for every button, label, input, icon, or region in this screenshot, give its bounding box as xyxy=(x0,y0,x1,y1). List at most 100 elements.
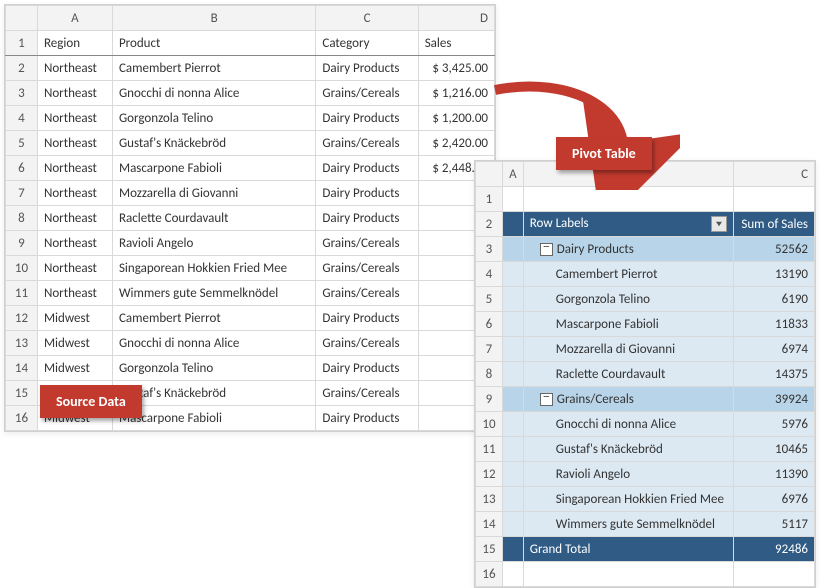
cell-a[interactable] xyxy=(502,312,523,337)
cell-category[interactable]: Grains/Cereals xyxy=(316,331,418,356)
cell-a[interactable] xyxy=(502,512,523,537)
filter-dropdown-icon[interactable] xyxy=(711,216,727,232)
cell-region[interactable]: Northeast xyxy=(37,231,112,256)
cell-a[interactable] xyxy=(502,462,523,487)
header-region[interactable]: Region xyxy=(37,31,112,56)
item-value[interactable]: 11390 xyxy=(734,462,815,487)
row-header[interactable]: 7 xyxy=(476,337,503,362)
row-header[interactable]: 5 xyxy=(6,131,38,156)
item-label[interactable]: Camembert Pierrot xyxy=(523,262,734,287)
item-label[interactable]: Mascarpone Fabioli xyxy=(523,312,734,337)
row-header[interactable]: 2 xyxy=(476,212,503,237)
col-header-b[interactable]: B xyxy=(112,6,315,31)
item-value[interactable]: 5976 xyxy=(734,412,815,437)
row-header[interactable]: 10 xyxy=(476,412,503,437)
row-header[interactable]: 3 xyxy=(6,81,38,106)
cell-category[interactable]: Grains/Cereals xyxy=(316,231,418,256)
cell-sales[interactable]: $ 3,425.00 xyxy=(418,56,494,81)
cell[interactable] xyxy=(734,562,815,587)
row-header[interactable]: 3 xyxy=(476,237,503,262)
cell-region[interactable]: Midwest xyxy=(37,331,112,356)
cell-product[interactable]: Raclette Courdavault xyxy=(112,206,315,231)
row-header[interactable]: 6 xyxy=(6,156,38,181)
cell-category[interactable]: Dairy Products xyxy=(316,206,418,231)
row-header[interactable]: 9 xyxy=(476,387,503,412)
cell-product[interactable]: Wimmers gute Semmelknödel xyxy=(112,281,315,306)
cell-product[interactable]: Camembert Pierrot xyxy=(112,56,315,81)
item-value[interactable]: 5117 xyxy=(734,512,815,537)
row-header[interactable]: 15 xyxy=(6,381,38,406)
cell-a[interactable] xyxy=(502,337,523,362)
row-header[interactable]: 14 xyxy=(6,356,38,381)
cell-a[interactable] xyxy=(502,212,523,237)
item-value[interactable]: 14375 xyxy=(734,362,815,387)
item-value[interactable]: 11833 xyxy=(734,312,815,337)
cell-category[interactable]: Grains/Cereals xyxy=(316,131,418,156)
item-label[interactable]: Gnocchi di nonna Alice xyxy=(523,412,734,437)
row-header[interactable]: 8 xyxy=(476,362,503,387)
item-value[interactable]: 6190 xyxy=(734,287,815,312)
cell-a[interactable] xyxy=(502,237,523,262)
row-header[interactable]: 10 xyxy=(6,256,38,281)
row-header[interactable]: 8 xyxy=(6,206,38,231)
cell-sales[interactable]: $ 1,200.00 xyxy=(418,106,494,131)
cell-region[interactable]: Northeast xyxy=(37,81,112,106)
cell-category[interactable]: Dairy Products xyxy=(316,356,418,381)
collapse-icon[interactable]: − xyxy=(540,393,553,406)
item-label[interactable]: Singaporean Hokkien Fried Mee xyxy=(523,487,734,512)
cell-a[interactable] xyxy=(502,187,523,212)
cell[interactable] xyxy=(523,562,734,587)
cell-product[interactable]: Gorgonzola Telino xyxy=(112,356,315,381)
cell-product[interactable]: Gustaf's Knäckebröd xyxy=(112,381,315,406)
category-cell[interactable]: −Grains/Cereals xyxy=(523,387,734,412)
cell-product[interactable]: Mascarpone Fabioli xyxy=(112,156,315,181)
cell-a[interactable] xyxy=(502,287,523,312)
row-header[interactable]: 12 xyxy=(476,462,503,487)
cell-a[interactable] xyxy=(502,412,523,437)
item-label[interactable]: Ravioli Angelo xyxy=(523,462,734,487)
cell-a[interactable] xyxy=(502,437,523,462)
col-header-c[interactable]: C xyxy=(316,6,418,31)
cell-product[interactable]: Gnocchi di nonna Alice xyxy=(112,331,315,356)
item-label[interactable]: Gustaf's Knäckebröd xyxy=(523,437,734,462)
item-value[interactable]: 6976 xyxy=(734,487,815,512)
row-header[interactable]: 12 xyxy=(6,306,38,331)
cell-product[interactable]: Gustaf's Knäckebröd xyxy=(112,131,315,156)
cell-a[interactable] xyxy=(502,562,523,587)
item-value[interactable]: 10465 xyxy=(734,437,815,462)
cell-category[interactable]: Dairy Products xyxy=(316,306,418,331)
cell-region[interactable]: Northeast xyxy=(37,181,112,206)
cell-region[interactable]: Northeast xyxy=(37,156,112,181)
row-header[interactable]: 5 xyxy=(476,287,503,312)
cell-product[interactable]: Mozzarella di Giovanni xyxy=(112,181,315,206)
cell-region[interactable]: Midwest xyxy=(37,356,112,381)
row-header[interactable]: 16 xyxy=(476,562,503,587)
cell-category[interactable]: Grains/Cereals xyxy=(316,381,418,406)
category-value[interactable]: 39924 xyxy=(734,387,815,412)
cell-region[interactable]: Northeast xyxy=(37,206,112,231)
cell-a[interactable] xyxy=(502,487,523,512)
cell-region[interactable]: Northeast xyxy=(37,281,112,306)
cell-product[interactable]: Gorgonzola Telino xyxy=(112,106,315,131)
row-header[interactable]: 11 xyxy=(6,281,38,306)
cell-product[interactable]: Singaporean Hokkien Fried Mee xyxy=(112,256,315,281)
cell-category[interactable]: Grains/Cereals xyxy=(316,281,418,306)
cell-product[interactable]: Gnocchi di nonna Alice xyxy=(112,81,315,106)
grand-total-value[interactable]: 92486 xyxy=(734,537,815,562)
col-header-a[interactable]: A xyxy=(37,6,112,31)
cell-sales[interactable]: $ 2,420.00 xyxy=(418,131,494,156)
cell-sales[interactable]: $ 1,216.00 xyxy=(418,81,494,106)
grand-total-label[interactable]: Grand Total xyxy=(523,537,734,562)
cell-category[interactable]: Dairy Products xyxy=(316,181,418,206)
cell-a[interactable] xyxy=(502,387,523,412)
header-category[interactable]: Category xyxy=(316,31,418,56)
row-header[interactable]: 4 xyxy=(6,106,38,131)
row-header[interactable]: 1 xyxy=(6,31,38,56)
item-label[interactable]: Gorgonzola Telino xyxy=(523,287,734,312)
col-header-d[interactable]: D xyxy=(418,6,494,31)
cell-category[interactable]: Grains/Cereals xyxy=(316,256,418,281)
collapse-icon[interactable]: − xyxy=(540,243,553,256)
cell-product[interactable]: Camembert Pierrot xyxy=(112,306,315,331)
row-header[interactable]: 9 xyxy=(6,231,38,256)
select-all-corner[interactable] xyxy=(476,162,503,187)
